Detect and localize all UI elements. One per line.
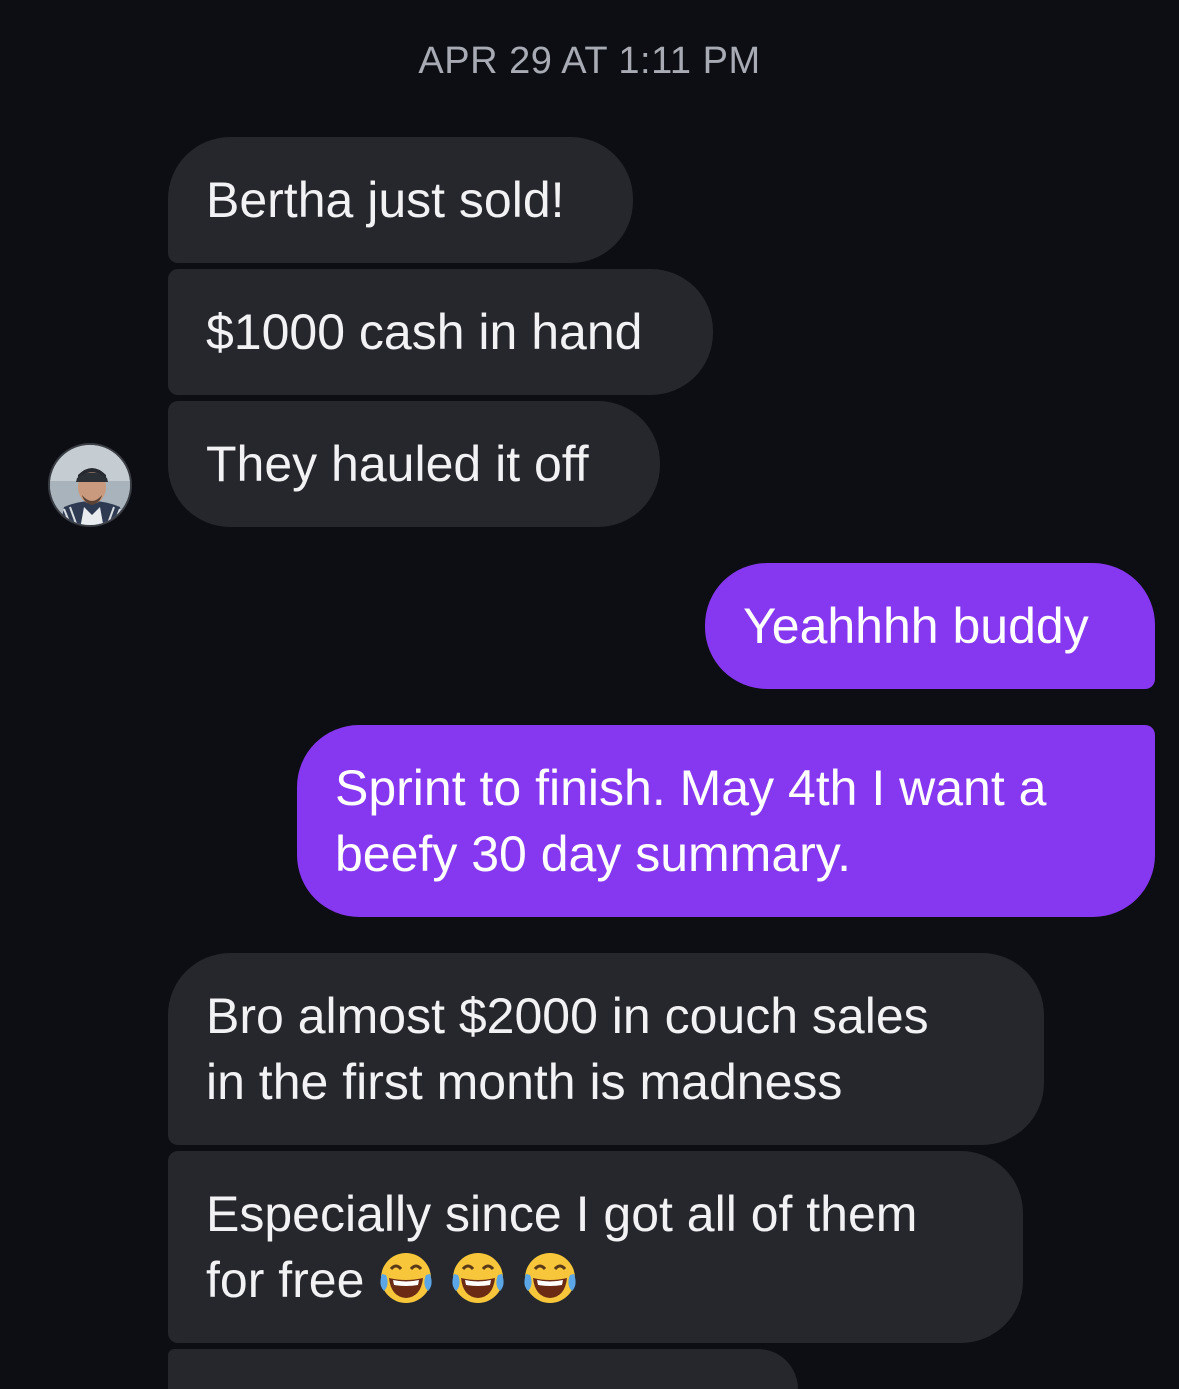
message-text-fragment: for free [206, 1252, 365, 1308]
message-text-line: for free [206, 1247, 917, 1313]
message-text: Bertha just sold! [206, 172, 565, 228]
incoming-message-bubble[interactable]: Bro almost $2000 in couch sales in the f… [168, 953, 1044, 1145]
incoming-message-bubble[interactable]: $1000 cash in hand [168, 269, 713, 395]
message-text: $1000 cash in hand [206, 304, 643, 360]
message-text: Bro almost $2000 in couch sales in the f… [206, 983, 929, 1115]
face-with-tears-of-joy-icon [448, 1247, 508, 1307]
contact-avatar[interactable] [48, 443, 132, 527]
incoming-message-bubble-partial[interactable] [168, 1349, 798, 1389]
face-with-tears-of-joy-icon [376, 1247, 436, 1307]
message-text-line: Especially since I got all of them [206, 1186, 918, 1242]
incoming-message-bubble[interactable]: Especially since I got all of them for f… [168, 1151, 1023, 1343]
message-text-line: Bro almost $2000 in couch sales [206, 988, 929, 1044]
message-text: Sprint to finish. May 4th I want a beefy… [335, 755, 1046, 887]
message-text-line: beefy 30 day summary. [335, 826, 851, 882]
message-text: Yeahhhh buddy [743, 598, 1089, 654]
outgoing-message-bubble[interactable]: Yeahhhh buddy [705, 563, 1155, 689]
message-text-line: Sprint to finish. May 4th I want a [335, 760, 1047, 816]
incoming-message-bubble[interactable]: Bertha just sold! [168, 137, 633, 263]
message-timestamp: APR 29 AT 1:11 PM [418, 40, 761, 82]
message-text-line: in the first month is madness [206, 1054, 843, 1110]
avatar-photo-icon [50, 445, 130, 525]
message-text: They hauled it off [206, 436, 589, 492]
incoming-message-bubble[interactable]: They hauled it off [168, 401, 660, 527]
message-text: Especially since I got all of them for f… [206, 1181, 917, 1313]
outgoing-message-bubble[interactable]: Sprint to finish. May 4th I want a beefy… [297, 725, 1155, 917]
face-with-tears-of-joy-icon [520, 1247, 580, 1307]
